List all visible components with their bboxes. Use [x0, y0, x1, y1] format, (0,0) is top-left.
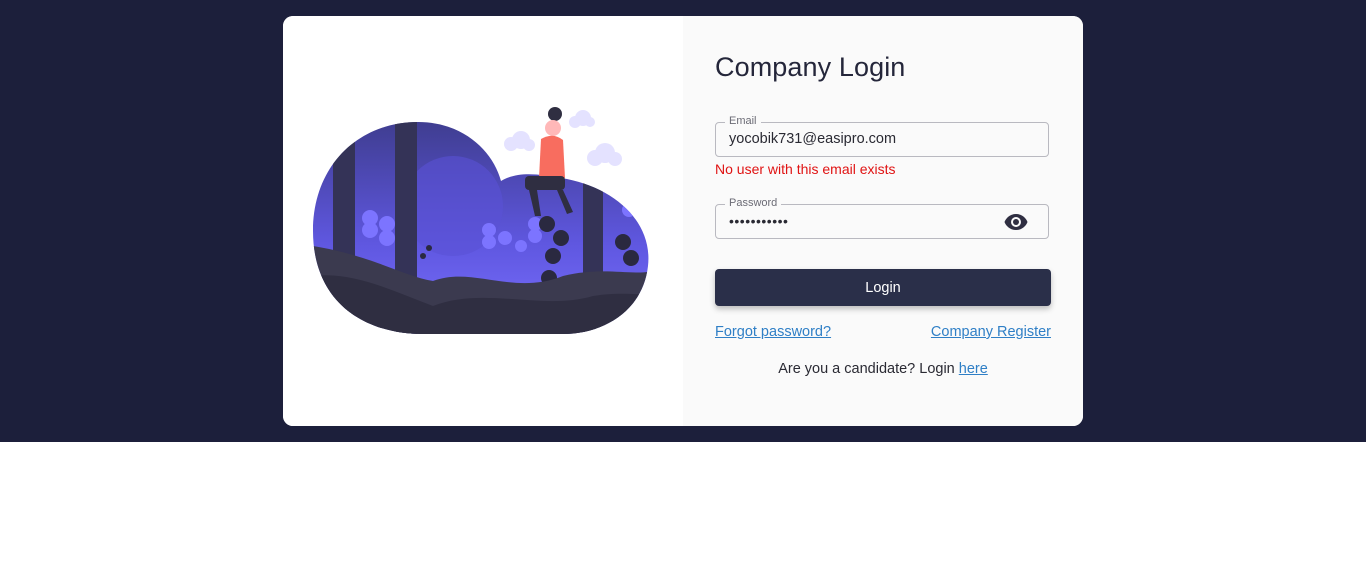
page-title: Company Login — [715, 52, 906, 82]
candidate-prompt-text: Are you a candidate? Login — [778, 361, 959, 377]
candidate-login-prompt: Are you a candidate? Login here — [683, 361, 1083, 377]
email-error-message: No user with this email exists — [715, 161, 896, 177]
password-input-value[interactable]: ••••••••••• — [729, 205, 788, 238]
candidate-login-link[interactable]: here — [959, 361, 988, 377]
forest-illustration — [313, 107, 649, 334]
email-field[interactable]: Email yocobik731@easipro.com — [715, 114, 1049, 157]
login-button[interactable]: Login — [715, 269, 1051, 306]
email-input-value[interactable]: yocobik731@easipro.com — [729, 123, 896, 156]
illustration-panel — [283, 16, 683, 426]
password-field[interactable]: Password ••••••••••• — [715, 196, 1049, 239]
forgot-password-link[interactable]: Forgot password? — [715, 324, 831, 340]
company-register-link[interactable]: Company Register — [931, 324, 1051, 340]
login-form-panel: Company Login Email yocobik731@easipro.c… — [683, 16, 1083, 426]
login-card: Company Login Email yocobik731@easipro.c… — [283, 16, 1083, 426]
eye-icon[interactable] — [1004, 213, 1028, 231]
